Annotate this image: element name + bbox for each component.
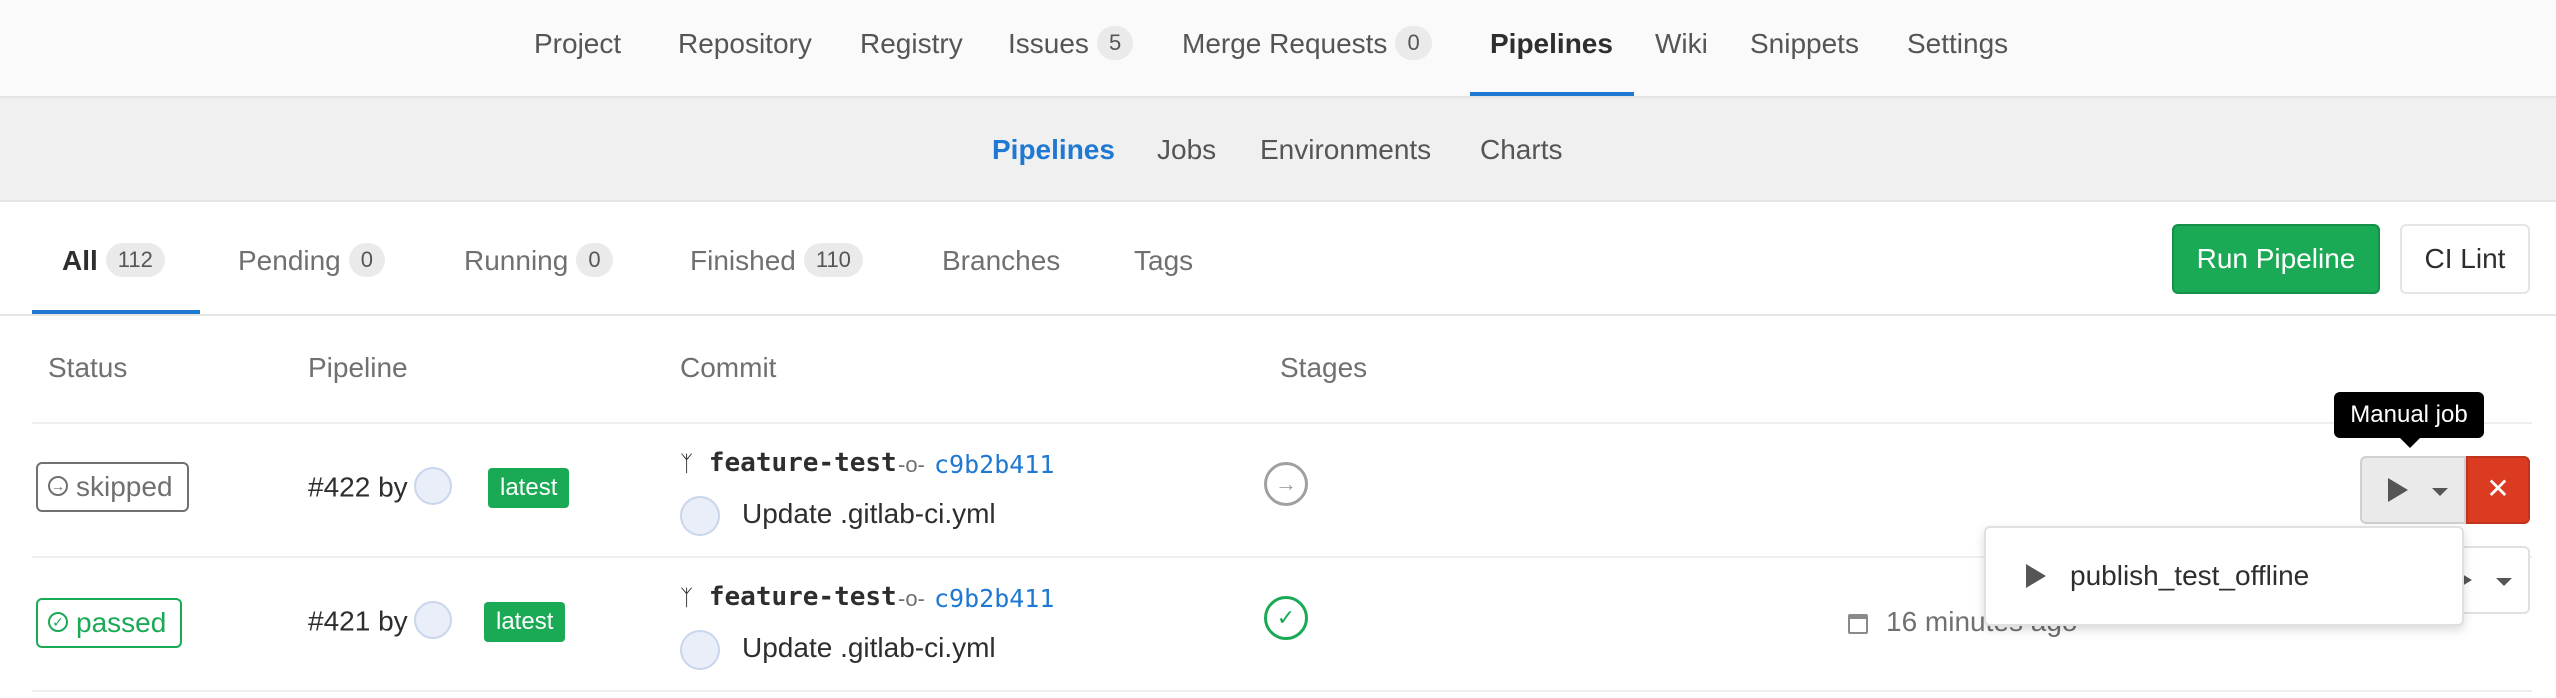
- header-pipeline: Pipeline: [308, 352, 408, 383]
- tab-running[interactable]: Running 0: [464, 202, 613, 320]
- pipelines-subnav: Pipelines Jobs Environments Charts: [0, 98, 2556, 202]
- tab-pending-count: 0: [348, 242, 386, 277]
- header-commit: Commit: [680, 352, 777, 383]
- play-icon: [2026, 564, 2046, 588]
- tab-running-count: 0: [576, 242, 613, 277]
- run-pipeline-button[interactable]: Run Pipeline: [2172, 224, 2380, 294]
- tab-finished-count: 110: [803, 242, 863, 277]
- issues-count-badge: 5: [1096, 25, 1134, 60]
- user-avatar[interactable]: [413, 467, 452, 505]
- commit-message-link[interactable]: Update .gitlab-ci.yml: [742, 632, 996, 664]
- nav-merge-requests-label: Merge Requests: [1182, 28, 1388, 59]
- commit-sha-link[interactable]: c9b2b411: [934, 450, 1054, 479]
- status-text: skipped: [76, 471, 173, 502]
- project-nav: Project Repository Registry Issues 5 Merg…: [0, 0, 2556, 98]
- commit-icon: -o-: [898, 452, 925, 477]
- dropdown-item-publish-test-offline[interactable]: publish_test_offline: [2070, 528, 2309, 624]
- subnav-charts[interactable]: Charts: [1480, 98, 1562, 202]
- manual-job-button[interactable]: [2360, 456, 2466, 524]
- pipeline-link[interactable]: #421 by: [308, 601, 452, 642]
- cancel-pipeline-button[interactable]: ✕: [2466, 456, 2530, 524]
- tab-branches[interactable]: Branches: [942, 202, 1060, 320]
- header-stages: Stages: [1280, 352, 1368, 383]
- pipeline-link[interactable]: #422 by: [308, 467, 452, 508]
- latest-badge: latest: [484, 602, 566, 642]
- nav-pipelines[interactable]: Pipelines: [1490, 0, 1613, 98]
- tab-finished-label: Finished: [690, 245, 796, 276]
- nav-pipelines-label: Pipelines: [1490, 28, 1613, 59]
- nav-snippets[interactable]: Snippets: [1750, 0, 1859, 98]
- status-text: passed: [76, 607, 167, 638]
- stage-skipped-icon[interactable]: →: [1264, 462, 1308, 506]
- tab-pending[interactable]: Pending 0: [238, 202, 386, 320]
- tab-finished[interactable]: Finished 110: [690, 202, 863, 320]
- branch-name: feature-test: [708, 448, 897, 478]
- tab-active-indicator: [32, 310, 200, 314]
- branch-link[interactable]: ᛉ feature-test: [680, 448, 897, 478]
- header-status: Status: [48, 352, 128, 383]
- chevron-down-icon: [2432, 488, 2448, 496]
- nav-settings[interactable]: Settings: [1907, 0, 2008, 98]
- subnav-pipelines[interactable]: Pipelines: [992, 98, 1115, 202]
- calendar-icon: [1848, 614, 1868, 634]
- nav-wiki[interactable]: Wiki: [1655, 0, 1708, 98]
- nav-registry[interactable]: Registry: [860, 0, 963, 98]
- nav-project[interactable]: Project: [534, 0, 621, 98]
- pipeline-by: by: [378, 471, 408, 503]
- manual-job-dropdown: publish_test_offline: [1984, 526, 2464, 626]
- skipped-status-icon: →: [48, 475, 68, 496]
- pipeline-id: #421: [308, 605, 371, 637]
- commit-icon: -o-: [898, 586, 925, 611]
- row-divider: [32, 690, 2532, 692]
- tab-tags[interactable]: Tags: [1134, 202, 1193, 320]
- nav-project-label: Project: [534, 28, 622, 59]
- branch-icon: ᛉ: [680, 452, 694, 477]
- tab-running-label: Running: [464, 245, 569, 276]
- tab-all-label: All: [62, 245, 98, 276]
- tooltip-arrow: [2400, 438, 2420, 448]
- branch-name: feature-test: [708, 582, 897, 612]
- branch-link[interactable]: ᛉ feature-test: [680, 582, 897, 612]
- subnav-environments[interactable]: Environments: [1260, 98, 1431, 202]
- close-icon: ✕: [2486, 473, 2510, 504]
- commit-sha-link[interactable]: c9b2b411: [934, 584, 1054, 613]
- pipeline-id: #422: [308, 471, 371, 503]
- nav-issues[interactable]: Issues 5: [1008, 0, 1134, 98]
- status-badge-skipped[interactable]: → skipped: [36, 462, 189, 512]
- status-badge-passed[interactable]: ✓ passed: [36, 598, 183, 648]
- nav-active-indicator: [1470, 92, 1634, 96]
- merge-requests-count-badge: 0: [1395, 25, 1432, 60]
- pipeline-by: by: [378, 605, 408, 637]
- table-header-divider: [32, 422, 2532, 424]
- nav-snippets-label: Snippets: [1750, 28, 1859, 59]
- nav-settings-label: Settings: [1907, 28, 2009, 59]
- tab-all[interactable]: All 112: [62, 202, 165, 320]
- commit-author-avatar[interactable]: [680, 496, 720, 536]
- play-icon: [2388, 478, 2408, 502]
- commit-message-link[interactable]: Update .gitlab-ci.yml: [742, 498, 996, 530]
- nav-merge-requests[interactable]: Merge Requests 0: [1182, 0, 1432, 98]
- subnav-jobs[interactable]: Jobs: [1157, 98, 1216, 202]
- nav-registry-label: Registry: [860, 28, 963, 59]
- tab-all-count: 112: [105, 242, 165, 277]
- manual-job-tooltip: Manual job: [2334, 392, 2484, 438]
- tab-pending-label: Pending: [238, 245, 341, 276]
- user-avatar[interactable]: [413, 601, 452, 639]
- nav-issues-label: Issues: [1008, 28, 1089, 59]
- nav-repository[interactable]: Repository: [678, 0, 812, 98]
- branch-icon: ᛉ: [680, 586, 694, 611]
- nav-repository-label: Repository: [678, 28, 812, 59]
- ci-lint-button[interactable]: CI Lint: [2400, 224, 2530, 294]
- nav-wiki-label: Wiki: [1655, 28, 1708, 59]
- stage-passed-icon[interactable]: ✓: [1264, 596, 1308, 640]
- commit-author-avatar[interactable]: [680, 630, 720, 670]
- latest-badge: latest: [488, 468, 570, 508]
- passed-status-icon: ✓: [48, 611, 68, 632]
- chevron-down-icon: [2496, 578, 2512, 586]
